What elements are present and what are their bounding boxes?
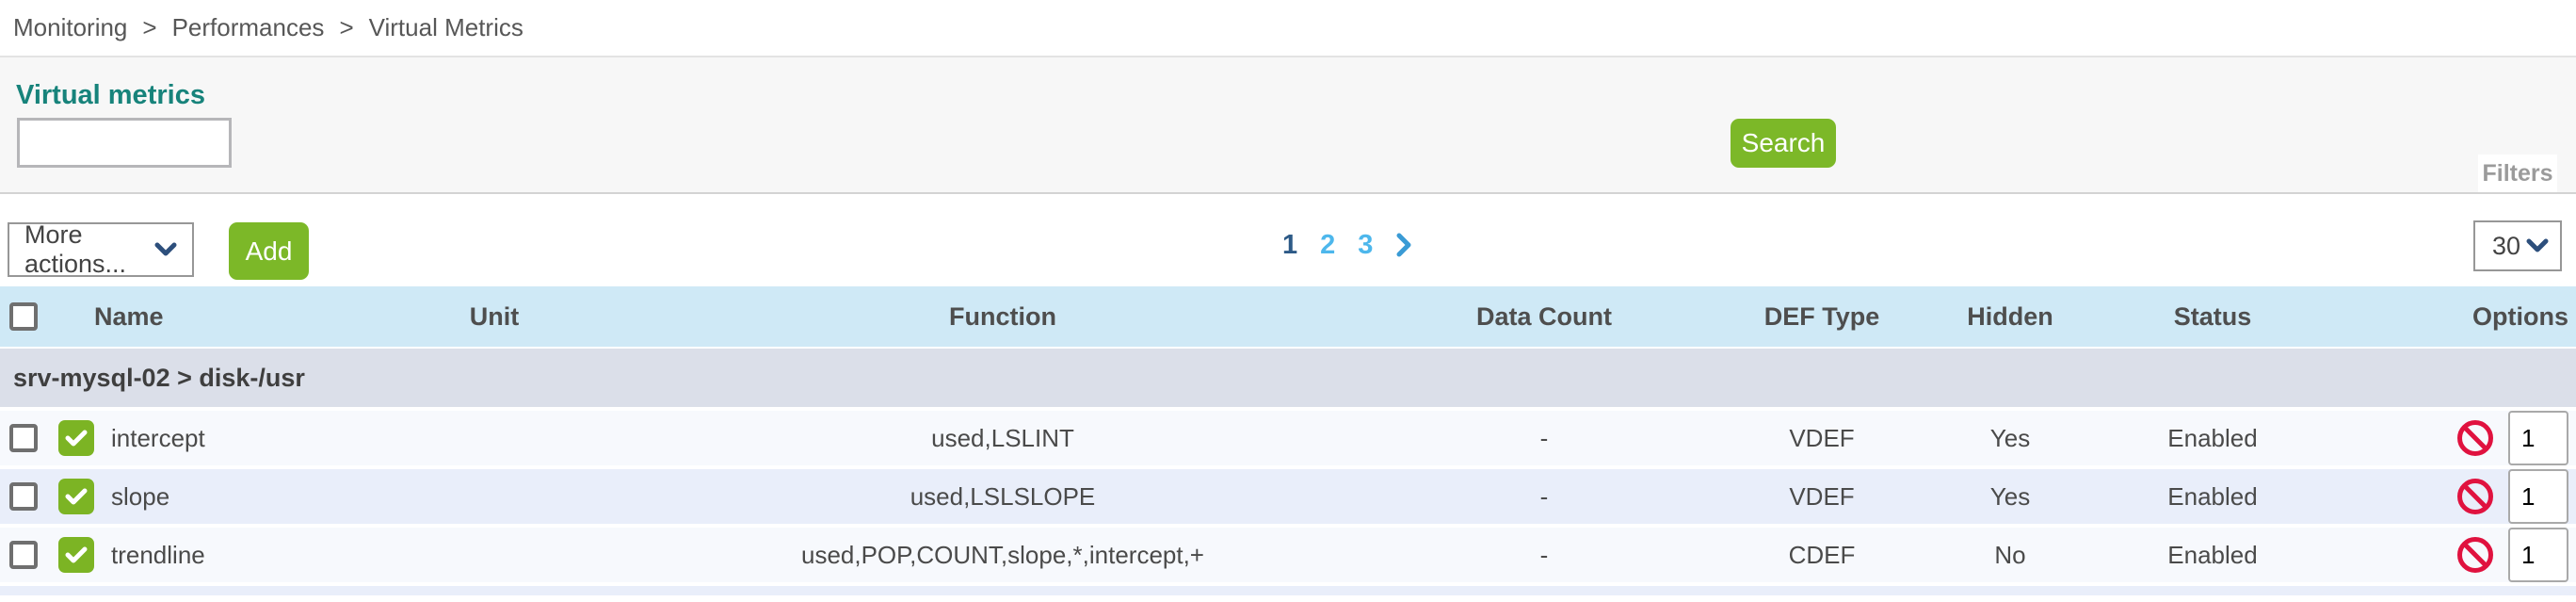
more-actions-select[interactable]: More actions... — [8, 222, 194, 277]
metric-def-type: CDEF — [1723, 541, 1921, 570]
metric-status: Enabled — [2100, 424, 2326, 453]
metric-hidden: No — [1921, 541, 2100, 570]
breadcrumb: Monitoring > Performances > Virtual Metr… — [0, 0, 2576, 57]
metric-name[interactable]: trendline — [111, 541, 205, 570]
column-header-name[interactable]: Name — [53, 302, 348, 332]
row-checkbox[interactable] — [9, 482, 38, 511]
enabled-check-icon[interactable] — [58, 479, 94, 514]
filters-tab[interactable]: Filters — [2478, 155, 2557, 192]
pagination: 1 2 3 — [1282, 226, 1412, 264]
column-header-options: Options — [2326, 302, 2576, 332]
enabled-check-icon[interactable] — [58, 420, 94, 456]
pagination-page-2[interactable]: 2 — [1320, 230, 1335, 261]
page-size-value: 30 — [2492, 232, 2520, 261]
column-header-data-count[interactable]: Data Count — [1365, 302, 1723, 332]
metric-status: Enabled — [2100, 541, 2326, 570]
breadcrumb-separator: > — [142, 13, 156, 42]
chevron-down-icon — [2526, 238, 2549, 253]
more-actions-label: More actions... — [24, 220, 154, 279]
group-header-row: srv-mysql-02 > disk-/usr — [0, 347, 2576, 407]
metric-data-count: - — [1365, 424, 1723, 453]
disable-icon[interactable] — [2457, 479, 2493, 514]
order-input[interactable] — [2508, 528, 2568, 582]
column-header-hidden[interactable]: Hidden — [1921, 302, 2100, 332]
column-header-function[interactable]: Function — [640, 302, 1365, 332]
metric-hidden: Yes — [1921, 482, 2100, 512]
disable-icon[interactable] — [2457, 537, 2493, 573]
pagination-page-1[interactable]: 1 — [1282, 230, 1297, 261]
metric-def-type: VDEF — [1723, 424, 1921, 453]
order-input[interactable] — [2508, 469, 2568, 524]
metric-hidden: Yes — [1921, 424, 2100, 453]
table-row: intercept used,LSLINT - VDEF Yes Enabled — [0, 407, 2576, 465]
breadcrumb-separator: > — [339, 13, 353, 42]
order-input[interactable] — [2508, 411, 2568, 465]
metric-function: used,LSLINT — [640, 424, 1365, 453]
pagination-next-icon[interactable] — [1395, 231, 1412, 259]
metric-function: used,LSLSLOPE — [640, 482, 1365, 512]
metric-name[interactable]: slope — [111, 482, 169, 512]
metric-name[interactable]: intercept — [111, 424, 205, 453]
column-header-status[interactable]: Status — [2100, 302, 2326, 332]
page-size-select[interactable]: 30 — [2473, 220, 2562, 271]
row-checkbox[interactable] — [9, 424, 38, 452]
toolbar: More actions... Add 1 2 3 30 — [0, 194, 2576, 286]
disable-icon[interactable] — [2457, 420, 2493, 456]
row-checkbox[interactable] — [9, 541, 38, 569]
virtual-metrics-page: Monitoring > Performances > Virtual Metr… — [0, 0, 2576, 602]
search-button[interactable]: Search — [1731, 119, 1836, 168]
select-all-checkbox[interactable] — [9, 302, 38, 331]
breadcrumb-item-virtual-metrics[interactable]: Virtual Metrics — [369, 13, 523, 42]
column-header-def-type[interactable]: DEF Type — [1723, 302, 1921, 332]
table-header-row: Name Unit Function Data Count DEF Type H… — [0, 286, 2576, 347]
metric-status: Enabled — [2100, 482, 2326, 512]
table-row: slope used,LSLSLOPE - VDEF Yes Enabled — [0, 465, 2576, 524]
metric-def-type: VDEF — [1723, 482, 1921, 512]
breadcrumb-item-monitoring[interactable]: Monitoring — [13, 13, 127, 42]
next-row-partial — [0, 582, 2576, 595]
breadcrumb-item-performances[interactable]: Performances — [172, 13, 325, 42]
chevron-down-icon — [154, 242, 177, 257]
filter-panel: Virtual metrics Search Filters — [0, 57, 2576, 194]
metric-data-count: - — [1365, 541, 1723, 570]
metric-data-count: - — [1365, 482, 1723, 512]
add-button[interactable]: Add — [229, 222, 309, 280]
search-input[interactable] — [17, 118, 232, 168]
page-title: Virtual metrics — [16, 80, 205, 111]
metric-function: used,POP,COUNT,slope,*,intercept,+ — [640, 541, 1365, 570]
table-row: trendline used,POP,COUNT,slope,*,interce… — [0, 524, 2576, 582]
pagination-page-3[interactable]: 3 — [1358, 230, 1373, 261]
column-header-unit[interactable]: Unit — [348, 302, 640, 332]
enabled-check-icon[interactable] — [58, 537, 94, 573]
virtual-metrics-table: Name Unit Function Data Count DEF Type H… — [0, 286, 2576, 595]
